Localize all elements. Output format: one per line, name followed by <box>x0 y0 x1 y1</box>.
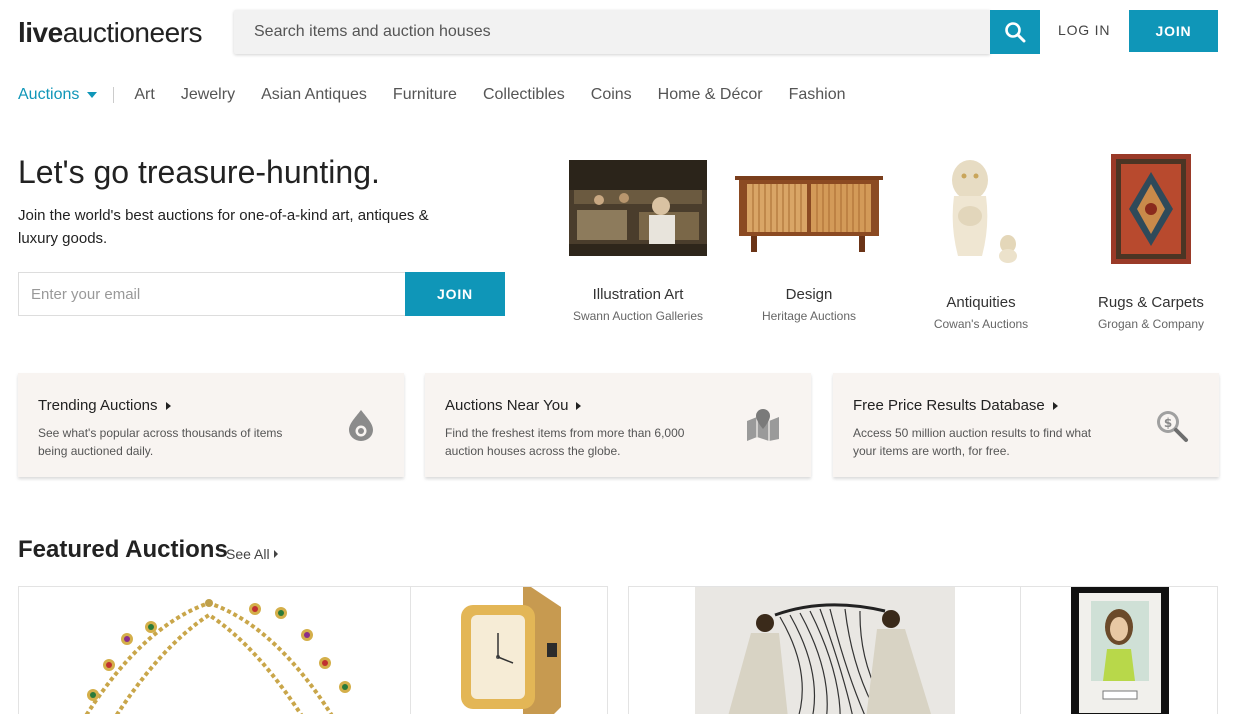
caret-right-icon <box>273 550 278 558</box>
auction-house-name: Swann Auction Galleries <box>572 309 704 323</box>
card-title: Auctions Near You <box>445 397 582 414</box>
search-icon <box>1005 22 1026 43</box>
nav-item-fashion[interactable]: Fashion <box>789 86 846 104</box>
nav-item-asian-antiques[interactable]: Asian Antiques <box>261 86 367 104</box>
necklace-image <box>19 587 411 714</box>
search-input[interactable] <box>234 10 990 54</box>
nav-auctions-dropdown[interactable]: Auctions <box>18 86 98 104</box>
search-button[interactable] <box>990 10 1040 54</box>
nav-item-jewelry[interactable]: Jewelry <box>181 86 235 104</box>
category-name: Design <box>785 286 833 303</box>
nav-item-furniture[interactable]: Furniture <box>393 86 457 104</box>
card-price-results-database[interactable]: Free Price Results Database Access 50 mi… <box>833 373 1219 477</box>
rugs-carpets-image <box>1111 154 1191 264</box>
logo[interactable]: liveauctioneers <box>18 16 202 50</box>
category-nav: Auctions Art Jewelry Asian Antiques Furn… <box>18 84 872 106</box>
category-illustration-art[interactable]: Illustration Art Swann Auction Galleries <box>553 150 723 323</box>
category-name: Antiquities <box>946 294 1016 311</box>
antiquities-image <box>936 156 1026 264</box>
chevron-down-icon <box>87 92 98 98</box>
hero-subtitle: Join the world's best auctions for one-o… <box>18 207 429 247</box>
auction-house-name: Heritage Auctions <box>761 309 857 323</box>
nav-item-collectibles[interactable]: Collectibles <box>483 86 565 104</box>
category-name: Rugs & Carpets <box>1098 294 1204 311</box>
card-title: Trending Auctions <box>38 397 171 414</box>
sculpture-image-area <box>629 587 1021 714</box>
nav-divider <box>113 87 115 103</box>
card-auctions-near-you[interactable]: Auctions Near You Find the freshest item… <box>425 373 811 477</box>
card-description: See what's popular across thousands of i… <box>38 426 283 458</box>
featured-auction-card-2[interactable] <box>628 586 1218 714</box>
category-rugs-carpets[interactable]: Rugs & Carpets Grogan & Company <box>1066 150 1236 331</box>
card-description: Find the freshest items from more than 6… <box>445 426 685 458</box>
card-title-text: Trending Auctions <box>38 397 158 414</box>
caret-right-icon <box>1052 401 1058 410</box>
map-pin-icon <box>745 409 781 446</box>
svg-text:$: $ <box>1164 416 1172 430</box>
price-search-icon: $ <box>1155 409 1189 448</box>
see-all-link[interactable]: See All <box>226 546 278 562</box>
join-button-header[interactable]: JOIN <box>1129 10 1218 52</box>
caret-right-icon <box>576 401 582 410</box>
sculpture-image <box>695 587 955 714</box>
category-design[interactable]: Design Heritage Auctions <box>724 150 894 323</box>
nav-item-art[interactable]: Art <box>134 86 154 104</box>
design-image <box>731 170 887 256</box>
login-link[interactable]: LOG IN <box>1058 22 1110 38</box>
featured-auctions-title: Featured Auctions <box>18 536 228 563</box>
flame-icon <box>348 409 374 446</box>
card-title: Free Price Results Database <box>853 397 1058 414</box>
email-field-wrapper <box>18 272 406 316</box>
caret-right-icon <box>165 401 171 410</box>
nav-auctions-label: Auctions <box>18 86 80 103</box>
nav-item-home-decor[interactable]: Home & Décor <box>658 86 763 104</box>
logo-bold: live <box>18 17 63 48</box>
hero-title: Let's go treasure-hunting. <box>18 154 380 190</box>
auction-house-name: Cowan's Auctions <box>933 317 1029 331</box>
card-title-text: Free Price Results Database <box>853 397 1045 414</box>
illustration-art-image <box>569 160 707 256</box>
card-title-text: Auctions Near You <box>445 397 569 414</box>
join-button-hero[interactable]: JOIN <box>405 272 505 316</box>
nav-item-coins[interactable]: Coins <box>591 86 632 104</box>
auction-house-name: Grogan & Company <box>1097 317 1205 331</box>
email-field[interactable] <box>19 273 406 315</box>
card-description: Access 50 million auction results to fin… <box>853 426 1092 458</box>
logo-light: auctioneers <box>62 17 203 48</box>
see-all-label: See All <box>226 546 270 562</box>
watch-image <box>411 587 607 714</box>
framed-art-image <box>1021 587 1217 714</box>
category-name: Illustration Art <box>592 286 684 303</box>
featured-auction-card-1[interactable] <box>18 586 608 714</box>
card-trending-auctions[interactable]: Trending Auctions See what's popular acr… <box>18 373 404 477</box>
category-antiquities[interactable]: Antiquities Cowan's Auctions <box>896 150 1066 331</box>
search-box <box>234 10 990 54</box>
